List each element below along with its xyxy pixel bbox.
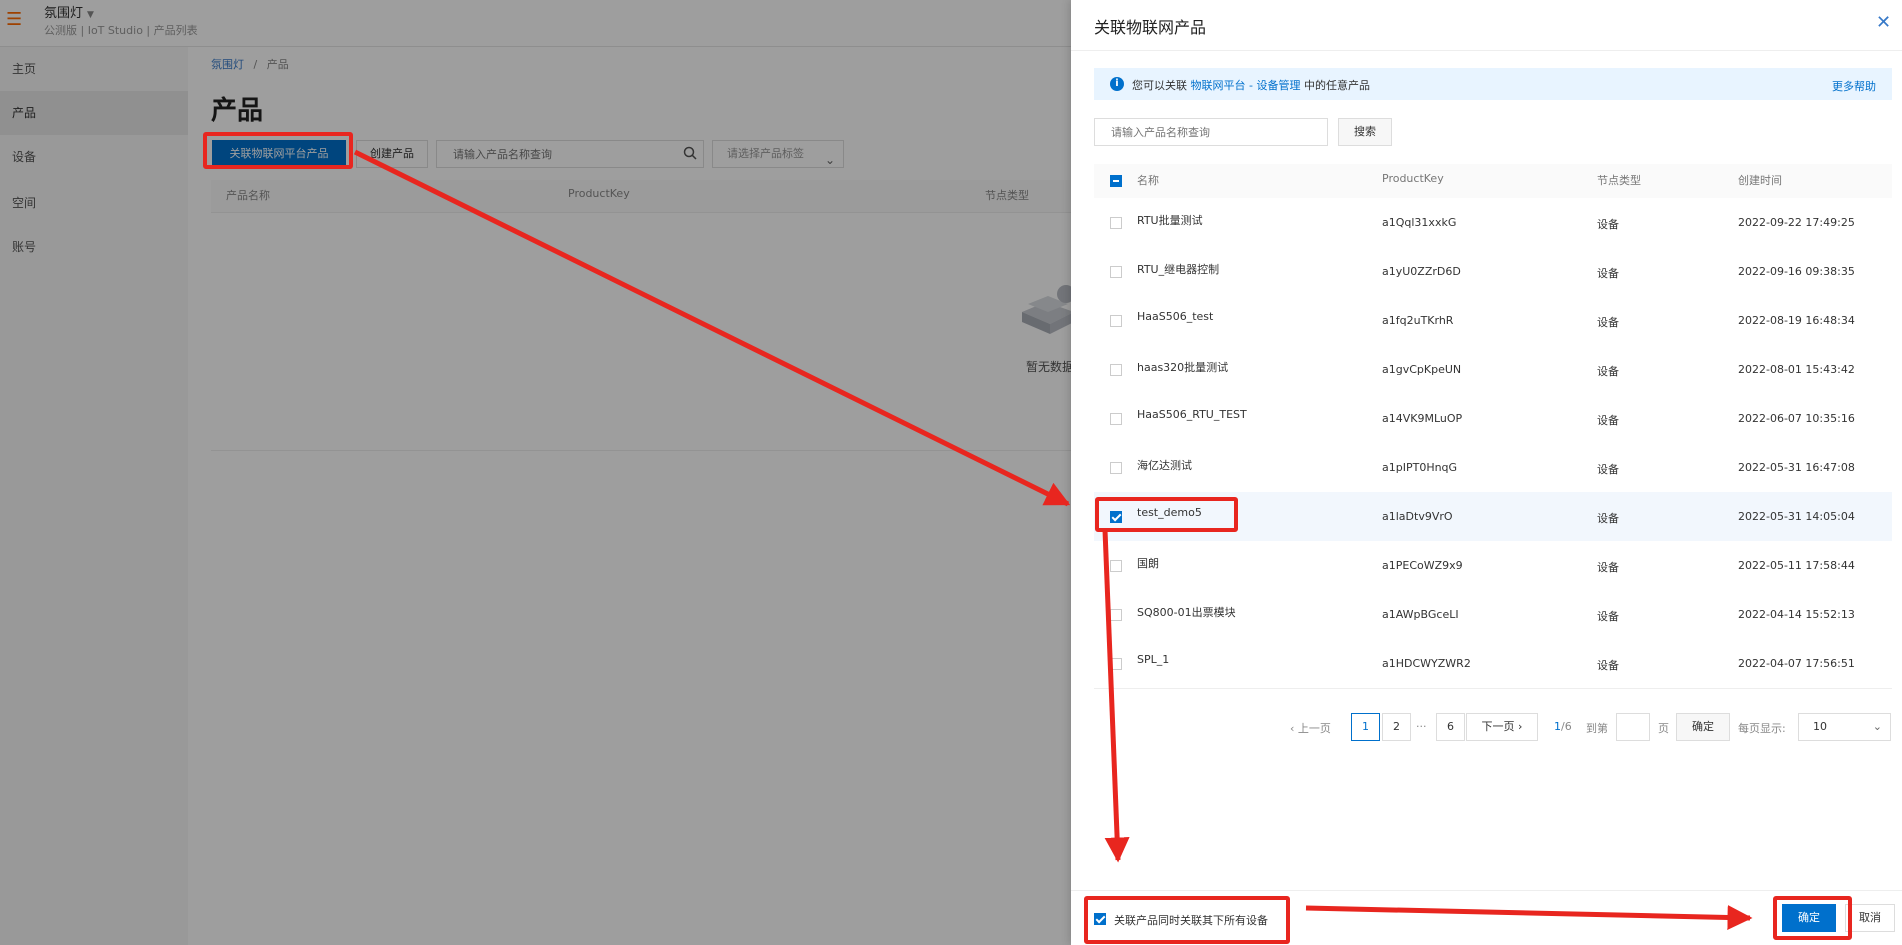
arrow-to-selected-row (353, 149, 1071, 507)
arrow-to-footer-checkbox (1102, 529, 1130, 863)
arrow-to-confirm (1305, 904, 1753, 930)
annotation-arrows (353, 149, 1753, 930)
